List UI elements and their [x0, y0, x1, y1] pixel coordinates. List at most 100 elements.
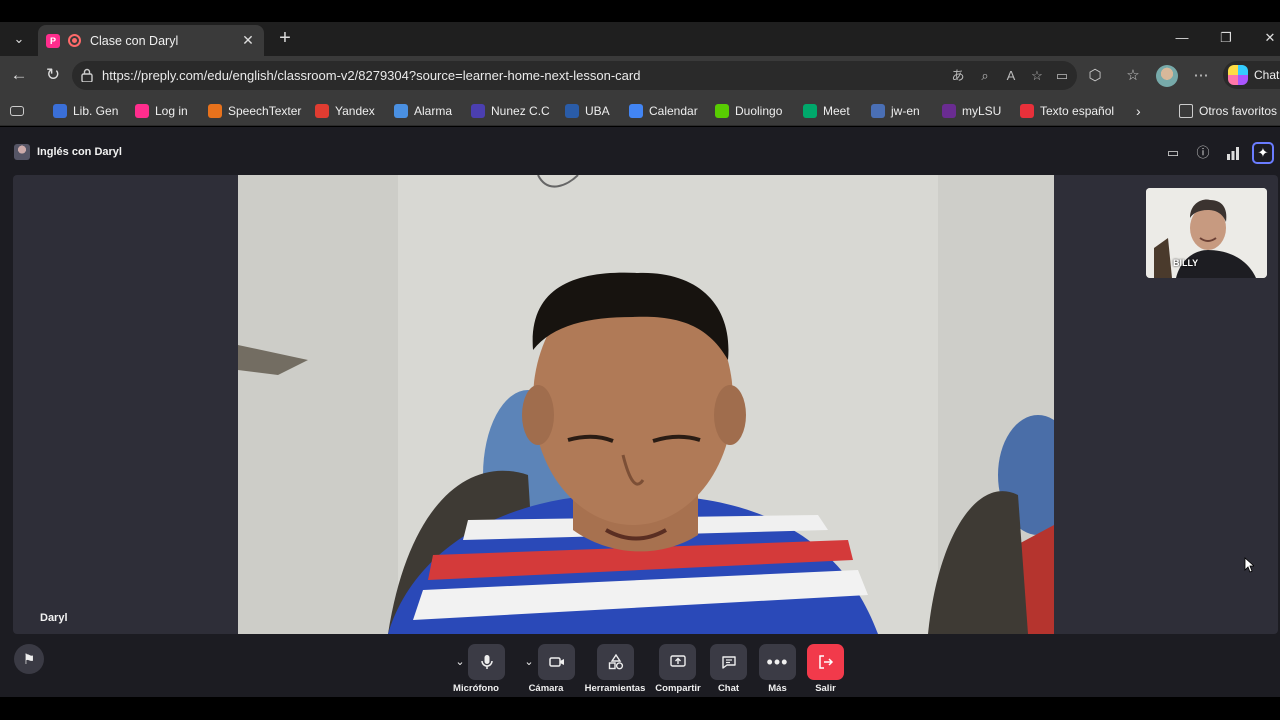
self-view-thumbnail[interactable]: BILLY [1146, 188, 1267, 278]
read-aloud-icon[interactable]: A [1002, 67, 1020, 85]
more-label: Más [768, 683, 787, 694]
close-window-icon[interactable]: ✕ [1255, 28, 1280, 50]
bookmark-label: Lib. Gen [73, 104, 119, 118]
share-button[interactable] [659, 644, 696, 680]
chat-icon [721, 655, 736, 669]
bookmark-favicon-icon [871, 104, 885, 118]
bookmark-item[interactable]: SpeechTexter [208, 102, 301, 120]
browser-tab[interactable]: P Clase con Daryl ✕ [38, 25, 264, 56]
extensions-icon[interactable]: ⬡ [1084, 65, 1106, 87]
restore-icon[interactable]: ❐ [1211, 28, 1241, 50]
back-icon[interactable]: ← [8, 64, 30, 86]
bookmark-item[interactable]: Calendar [629, 102, 698, 120]
chat-button[interactable] [710, 644, 747, 680]
bookmark-item[interactable]: Texto español [1020, 102, 1114, 120]
tab-list-dropdown-icon[interactable]: ⌄ [6, 28, 32, 50]
microphone-button[interactable] [468, 644, 505, 680]
bookmark-favicon-icon [1020, 104, 1034, 118]
browser-titlebar: ⌄ P Clase con Daryl ✕ + — ❐ ✕ [0, 22, 1280, 56]
new-tab-icon[interactable]: + [274, 28, 296, 50]
other-favorites-folder[interactable]: Otros favoritos [1179, 102, 1277, 120]
bookmark-item[interactable]: Log in [135, 102, 188, 120]
zoom-icon[interactable]: ⌕ [976, 67, 994, 85]
bookmark-item[interactable]: UBA [565, 102, 610, 120]
bookmark-item[interactable]: Nunez C.C [471, 102, 550, 120]
thumbnail-name: BILLY [1173, 258, 1199, 268]
bookmark-item[interactable]: Meet [803, 102, 850, 120]
translate-icon[interactable]: あ [949, 67, 967, 85]
bookmark-favicon-icon [53, 104, 67, 118]
exit-button[interactable] [807, 644, 844, 680]
bookmark-label: SpeechTexter [228, 104, 302, 118]
tools-button[interactable] [597, 644, 634, 680]
bookmark-favicon-icon [208, 104, 222, 118]
bookmarks-overflow-icon[interactable]: › [1136, 102, 1141, 120]
main-video-feed [238, 175, 1054, 634]
recording-icon [68, 34, 81, 47]
favorites-icon[interactable]: ☆ [1122, 65, 1144, 87]
info-icon[interactable]: ⓘ [1192, 142, 1214, 164]
preply-favicon-icon: P [46, 33, 60, 48]
bookmark-label: UBA [585, 104, 610, 118]
screen: ⌄ P Clase con Daryl ✕ + — ❐ ✕ ← ↻ https:… [0, 0, 1280, 720]
profile-avatar[interactable] [1156, 65, 1178, 87]
bookmarks-bar: Lib. Gen Log in SpeechTexter Yandex Alarma Nu… [0, 94, 1280, 126]
participant-video-image [238, 175, 1054, 634]
ai-assistant-icon[interactable]: ✦ [1252, 142, 1274, 164]
microphone-options-chevron-icon[interactable]: ⌄ [450, 644, 470, 680]
microphone-label: Micrófono [453, 683, 499, 694]
bookmark-item[interactable]: Yandex [315, 102, 375, 120]
more-button[interactable]: ••• [759, 644, 796, 680]
minimize-icon[interactable]: — [1167, 28, 1197, 50]
copilot-label: Chat [1254, 68, 1280, 82]
bookmark-item[interactable]: Duolingo [715, 102, 782, 120]
thumbnail-video-image [1146, 188, 1267, 278]
connection-stats-icon[interactable] [1222, 142, 1244, 164]
bookmark-favicon-icon [629, 104, 643, 118]
bookmark-favicon-icon [942, 104, 956, 118]
bookmark-item[interactable]: Alarma [394, 102, 452, 120]
room-title: Inglés con Daryl [37, 146, 122, 158]
copilot-chat-button[interactable]: Chat [1223, 61, 1280, 89]
bookmark-favicon-icon [565, 104, 579, 118]
report-flag-icon[interactable]: ⚑ [14, 644, 44, 674]
bookmark-label: Alarma [414, 104, 453, 118]
camera-button[interactable] [538, 644, 575, 680]
browser-toolbar: ← ↻ https://preply.com/edu/english/class… [0, 56, 1280, 94]
camera-indicator-icon[interactable]: ▭ [1053, 67, 1071, 85]
tab-title: Clase con Daryl [90, 33, 179, 48]
folder-icon [1179, 104, 1193, 118]
bookmark-label: Nunez C.C [491, 104, 550, 118]
other-favorites-label: Otros favoritos [1199, 104, 1278, 118]
chat-label: Chat [717, 683, 740, 694]
shapes-icon [608, 654, 623, 670]
tutor-avatar [14, 144, 30, 160]
bookmark-label: myLSU [962, 104, 1002, 118]
bookmark-item[interactable]: jw-en [871, 102, 920, 120]
bookmark-label: Meet [823, 104, 850, 118]
bookmarks-sidebar-icon[interactable] [10, 102, 30, 120]
bookmark-favicon-icon [315, 104, 329, 118]
favorite-star-icon[interactable]: ☆ [1028, 67, 1046, 85]
bookmark-item[interactable]: myLSU [942, 102, 1001, 120]
reload-icon[interactable]: ↻ [42, 64, 64, 86]
more-dots-icon: ••• [766, 651, 789, 672]
close-tab-icon[interactable]: ✕ [239, 32, 257, 49]
bookmark-label: Duolingo [735, 104, 783, 118]
layout-icon[interactable]: ▭ [1162, 142, 1184, 164]
bookmark-label: Calendar [649, 104, 698, 118]
camera-options-chevron-icon[interactable]: ⌄ [519, 644, 539, 680]
bookmark-favicon-icon [394, 104, 408, 118]
url-text: https://preply.com/edu/english/classroom… [102, 68, 641, 83]
video-stage: Daryl [13, 175, 1278, 634]
tools-label: Herramientas [584, 683, 646, 694]
bookmark-favicon-icon [803, 104, 817, 118]
share-screen-icon [669, 655, 686, 667]
bookmark-label: Texto español [1040, 104, 1115, 118]
lock-icon [81, 68, 93, 82]
address-bar[interactable]: https://preply.com/edu/english/classroom… [72, 61, 1077, 90]
bookmark-item[interactable]: Lib. Gen [53, 102, 118, 120]
camera-label: Cámara [528, 683, 564, 694]
camera-icon [548, 657, 564, 667]
more-menu-icon[interactable]: ⋯ [1190, 65, 1212, 87]
